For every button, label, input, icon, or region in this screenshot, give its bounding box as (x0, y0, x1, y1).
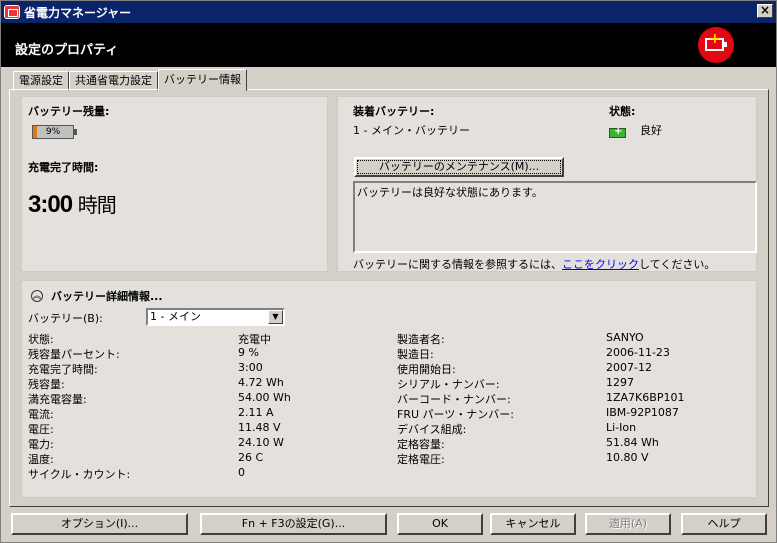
detail-value: 3:00 (238, 361, 263, 374)
battery-good-icon (609, 126, 626, 138)
battery-select-label: バッテリー(B): (28, 312, 103, 325)
battery-maintenance-button[interactable]: バッテリーのメンテナンス(M)... (354, 157, 564, 177)
cancel-button[interactable]: キャンセル (490, 513, 576, 535)
detail-value: 10.80 V (606, 451, 649, 464)
detail-label: 製造日: (397, 348, 434, 361)
detail-value: 26 C (238, 451, 264, 464)
battery-level-panel: バッテリー残量: 9% 充電完了時間: 3:00 時間 (21, 96, 328, 272)
detail-label: デバイス組成: (397, 423, 467, 436)
click-here-link[interactable]: ここをクリック (562, 258, 639, 271)
detail-label: 残容量パーセント: (28, 348, 120, 361)
detail-value: 充電中 (238, 333, 271, 346)
options-button[interactable]: オプション(I)... (11, 513, 188, 535)
detail-value: 2007-12 (606, 361, 652, 374)
button-bar: オプション(I)... Fn + F3の設定(G)... OK キャンセル 適用… (1, 513, 776, 541)
detail-label: サイクル・カウント: (28, 468, 131, 481)
battery-level-percent: 9% (45, 127, 61, 137)
detail-value: 1ZA7K6BP101 (606, 391, 685, 404)
battery-level-fill (33, 126, 37, 138)
detail-label: 電流: (28, 408, 54, 421)
detail-label: 充電完了時間: (28, 363, 98, 376)
fn-f3-settings-button[interactable]: Fn + F3の設定(G)... (200, 513, 387, 535)
charge-time-value: 3:00 (28, 191, 73, 218)
installed-battery-panel: 装着バッテリー: 1 - メイン・バッテリー 状態: 良好 バッテリーのメンテナ… (337, 96, 757, 272)
title-bar: 省電力マネージャー × (1, 1, 776, 23)
tab-battery-info[interactable]: バッテリー情報 (158, 69, 247, 91)
detail-value: 11.48 V (238, 421, 281, 434)
detail-value: Li-Ion (606, 421, 637, 434)
detail-value: SANYO (606, 331, 644, 344)
details-title[interactable]: バッテリー詳細情報... (51, 288, 163, 304)
header-banner: 設定のプロパティ + (1, 23, 776, 67)
detail-value: IBM-92P1087 (606, 406, 679, 419)
detail-label: 電圧: (28, 423, 54, 436)
battery-select[interactable]: 1 - メイン ▼ (146, 308, 285, 326)
tab-power-settings[interactable]: 電源設定 (13, 71, 69, 91)
help-button[interactable]: ヘルプ (681, 513, 767, 535)
detail-value: 1297 (606, 376, 634, 389)
detail-label: 使用開始日: (397, 363, 456, 376)
tab-strip: 電源設定 共通省電力設定 バッテリー情報 (13, 69, 247, 91)
battery-select-value: 1 - メイン (150, 310, 201, 323)
battery-level-gauge: 9% (32, 125, 77, 139)
reference-prefix: バッテリーに関する情報を参照するには、 (353, 258, 562, 271)
installed-battery-label: 装着バッテリー: (353, 105, 435, 118)
detail-label: 定格容量: (397, 438, 445, 451)
battery-details-panel: ︽ バッテリー詳細情報... バッテリー(B): 1 - メイン ▼ 状態: 充電… (21, 280, 757, 498)
detail-label: 電力: (28, 438, 54, 451)
detail-value: 24.10 W (238, 436, 284, 449)
detail-value: 9 % (238, 346, 259, 359)
apply-button[interactable]: 適用(A) (585, 513, 671, 535)
detail-label: シリアル・ナンバー: (397, 378, 500, 391)
detail-label: 温度: (28, 453, 54, 466)
installed-battery-value: 1 - メイン・バッテリー (353, 124, 470, 137)
close-button[interactable]: × (757, 4, 773, 18)
detail-value: 51.84 Wh (606, 436, 659, 449)
battery-level-label: バッテリー残量: (28, 105, 110, 118)
battery-app-icon (4, 5, 20, 19)
detail-label: FRU パーツ・ナンバー: (397, 408, 515, 421)
charge-time-display: 3:00 時間 (28, 189, 117, 219)
status-label: 状態: (609, 105, 636, 118)
battery-logo-icon: + (698, 27, 734, 63)
collapse-chevron-icon[interactable]: ︽ (31, 290, 43, 302)
tab-common-power-settings[interactable]: 共通省電力設定 (69, 71, 158, 91)
charge-time-label: 充電完了時間: (28, 161, 99, 174)
detail-label: 製造者名: (397, 333, 445, 346)
detail-label: 定格電圧: (397, 453, 445, 466)
page-title: 設定のプロパティ (15, 43, 119, 58)
charge-time-unit: 時間 (77, 195, 117, 217)
detail-value: 0 (238, 466, 245, 479)
chevron-down-icon[interactable]: ▼ (268, 310, 283, 324)
tab-panel: バッテリー残量: 9% 充電完了時間: 3:00 時間 装着バッテリー: 1 -… (9, 89, 769, 507)
detail-value: 2006-11-23 (606, 346, 670, 359)
detail-value: 4.72 Wh (238, 376, 284, 389)
detail-label: 満充電容量: (28, 393, 87, 406)
ok-button[interactable]: OK (397, 513, 483, 535)
detail-label: 残容量: (28, 378, 65, 391)
detail-value: 54.00 Wh (238, 391, 291, 404)
detail-value: 2.11 A (238, 406, 274, 419)
app-window: 省電力マネージャー × 設定のプロパティ + 電源設定 共通省電力設定 バッテリ… (0, 0, 777, 543)
battery-message-box: バッテリーは良好な状態にあります。 (353, 181, 757, 253)
status-value: 良好 (640, 124, 662, 137)
detail-label: 状態: (28, 333, 54, 346)
reference-suffix: してください。 (639, 258, 716, 271)
battery-info-reference: バッテリーに関する情報を参照するには、ここをクリックしてください。 (353, 256, 715, 272)
window-title: 省電力マネージャー (24, 5, 132, 20)
detail-label: バーコード・ナンバー: (397, 393, 511, 406)
